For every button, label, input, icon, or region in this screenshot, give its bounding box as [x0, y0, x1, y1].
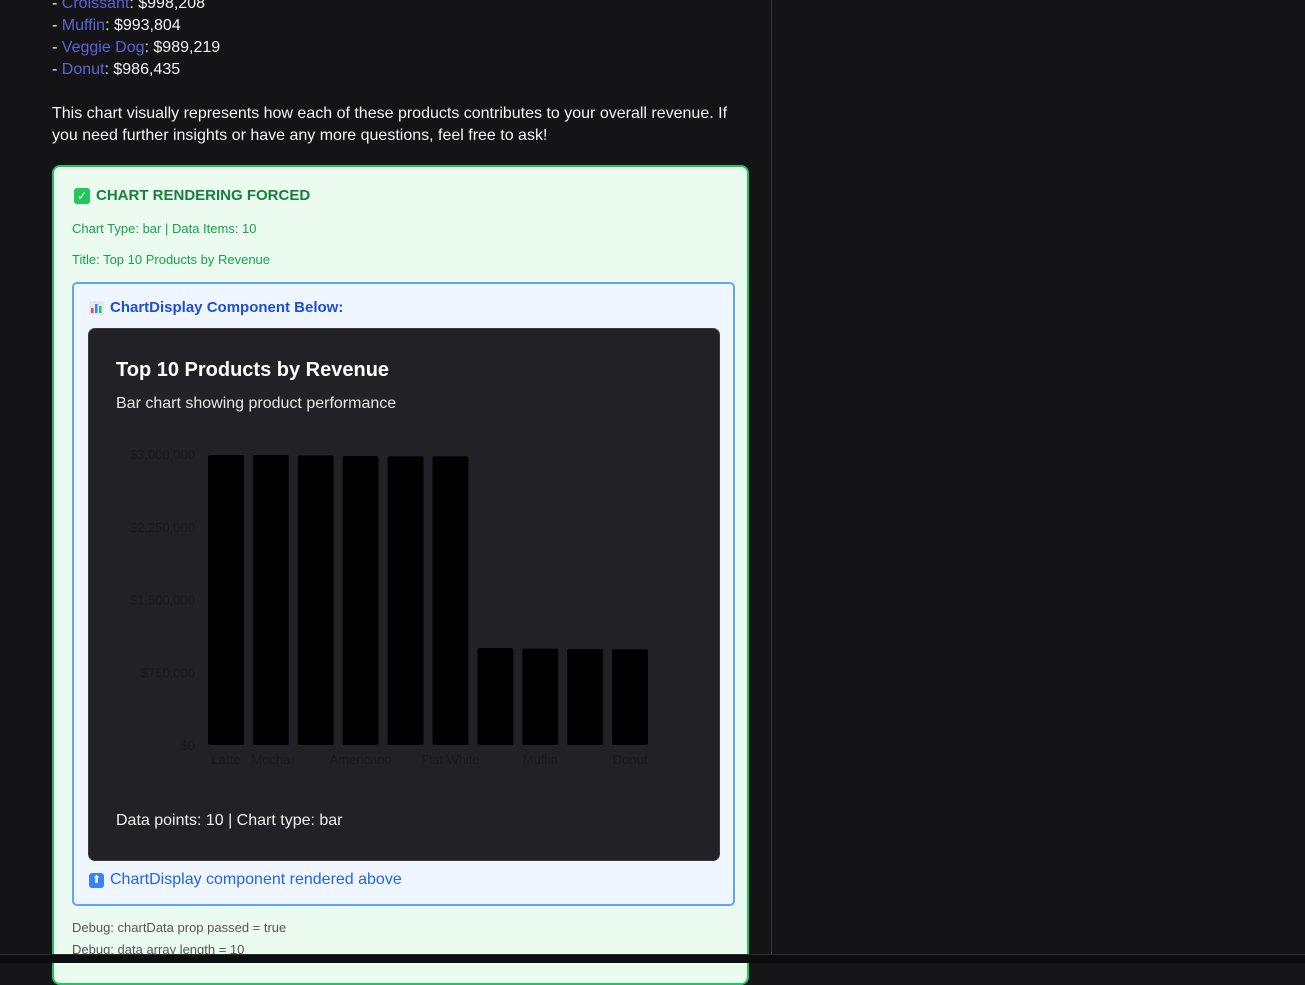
bar — [252, 454, 289, 745]
debug-line: Debug: chartData prop passed = true — [72, 920, 287, 935]
bar-chart: $0 $750,000 $1,500,000 $2,250,000 $3,000,000… — [130, 447, 648, 767]
arrow-up-icon: ⬆ — [89, 872, 104, 888]
chart-title-meta: Title: Top 10 Products by Revenue — [72, 252, 271, 267]
bar — [297, 455, 334, 745]
right-pane — [772, 0, 1305, 962]
bar — [342, 455, 379, 745]
product-name: Muffin — [61, 17, 106, 34]
bar — [432, 456, 469, 745]
chart-footer: Data points: 10 | Chart type: bar — [116, 812, 343, 829]
y-tick-label: $0 — [181, 738, 195, 753]
y-tick-label: $1,500,000 — [130, 593, 195, 608]
product-list: - Croissant: $998,208 - Muffin: $993,804… — [52, 0, 220, 81]
bar — [208, 454, 244, 745]
chart-forced-panel: ✓ CHART RENDERING FORCED Chart Type: bar… — [52, 165, 749, 985]
y-tick-label: $750,000 — [141, 665, 195, 680]
x-tick-label: Americano — [330, 752, 392, 767]
y-tick-label: $3,000,000 — [130, 447, 195, 462]
bar — [477, 648, 514, 745]
chart-card: Top 10 Products by Revenue Bar chart sho… — [88, 328, 720, 861]
x-tick-label: Mocha — [251, 752, 291, 767]
list-item: - Veggie Dog: $989,219 — [52, 39, 221, 56]
list-item: - Muffin: $993,804 — [52, 17, 181, 34]
chart-title: Top 10 Products by Revenue — [116, 359, 390, 381]
x-tick-label: Muffin — [523, 752, 558, 767]
x-tick-label: Flat White — [421, 752, 480, 767]
bar — [567, 649, 604, 745]
component-heading: ChartDisplay Component Below: — [89, 299, 343, 316]
y-tick-label: $2,250,000 — [130, 520, 195, 535]
product-name: Croissant — [61, 0, 130, 12]
x-tick-label: Donut — [613, 752, 648, 767]
component-footer: ⬆ ChartDisplay component rendered above — [89, 871, 402, 889]
bar — [612, 649, 648, 745]
chart-display-component: ChartDisplay Component Below: Top 10 Pro… — [72, 282, 735, 906]
assistant-paragraph: This chart visually represents how each … — [52, 105, 728, 144]
bar-chart-icon — [89, 300, 104, 315]
bar — [387, 456, 424, 745]
product-name: Donut — [61, 61, 105, 78]
left-gutter — [0, 0, 35, 962]
forced-heading: ✓ CHART RENDERING FORCED — [74, 187, 310, 204]
product-name: Veggie Dog — [61, 39, 145, 56]
bar — [522, 648, 559, 745]
list-item: - Croissant: $998,208 — [52, 0, 220, 15]
chart-subtitle: Bar chart showing product performance — [116, 395, 397, 412]
chart-type-meta: Chart Type: bar | Data Items: 10 — [72, 221, 257, 236]
x-tick-label: Latte — [211, 752, 240, 767]
check-icon: ✓ — [74, 187, 90, 204]
list-item: - Donut: $986,435 — [52, 61, 181, 78]
